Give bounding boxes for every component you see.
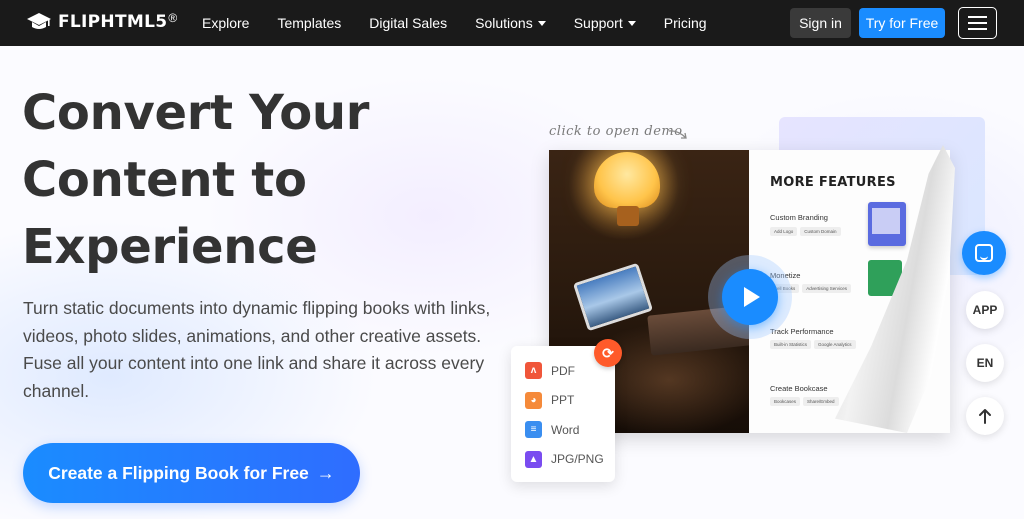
hamburger-line (968, 28, 987, 30)
nav-explore[interactable]: Explore (202, 15, 249, 31)
feature-chip: Bookcases (770, 397, 801, 406)
language-button[interactable]: EN (966, 344, 1004, 382)
hero-subtext: Turn static documents into dynamic flipp… (23, 298, 491, 401)
brand-logo[interactable]: FLIPHTML5 ® (26, 11, 178, 32)
image-icon: ▲ (525, 450, 542, 468)
hamburger-line (968, 22, 987, 24)
arrow-right-icon: → (316, 462, 335, 483)
app-download-button[interactable]: APP (966, 291, 1004, 329)
scroll-to-top-button[interactable] (966, 397, 1004, 435)
convert-icon: ⟳ (594, 339, 622, 367)
nav-explore-label: Explore (202, 15, 250, 31)
format-item-word: ≡ Word (511, 415, 615, 445)
sign-in-button[interactable]: Sign in (790, 8, 851, 38)
brand-name: FLIPHTML5 (58, 12, 168, 32)
feature-chip: Built-in Statistics (770, 340, 812, 349)
word-icon: ≡ (525, 421, 542, 439)
hero-headline: Convert Your Content to Experience (22, 80, 482, 281)
format-label: PPT (551, 393, 575, 408)
format-label: Word (551, 422, 580, 437)
branding-thumbnail (868, 202, 906, 246)
feature-chip: Add Logo (770, 227, 798, 236)
format-item-ppt: ◕ PPT (511, 386, 615, 416)
curved-arrow-icon (668, 130, 687, 139)
nav-pricing[interactable]: Pricing (664, 15, 707, 31)
try-for-free-button[interactable]: Try for Free (859, 8, 945, 38)
feature-name: Custom Branding (770, 213, 828, 222)
graduation-cap-icon (27, 13, 51, 29)
feature-name: Track Performance (770, 327, 834, 336)
thumbnail-inner (872, 208, 900, 234)
play-video-button[interactable] (722, 269, 778, 325)
nav-support-label: Support (573, 15, 623, 31)
headline-line: Content to (22, 152, 307, 208)
play-icon (744, 287, 760, 307)
feature-chip: Google Analytics (814, 340, 856, 349)
feature-chip: Advertising Services (802, 284, 852, 293)
nav-support[interactable]: Support (574, 15, 636, 31)
format-item-image: ▲ JPG/PNG (511, 445, 615, 475)
brand-registered-mark: ® (168, 11, 178, 25)
lamp-shade (594, 152, 660, 208)
hamburger-menu-button[interactable] (958, 7, 997, 39)
demo-hint: click to open demo (549, 124, 683, 139)
arrow-up-icon (979, 409, 991, 424)
feature-chip: Custom Domain (800, 227, 841, 236)
format-label: PDF (551, 363, 575, 378)
nav-pricing-label: Pricing (663, 15, 707, 31)
headline-line: Convert Your (22, 85, 370, 141)
lamp-base (617, 206, 639, 226)
nav-digital-sales[interactable]: Digital Sales (369, 15, 447, 31)
chevron-down-icon (627, 20, 636, 26)
ppt-icon: ◕ (525, 391, 542, 409)
nav-solutions[interactable]: Solutions (475, 15, 546, 31)
nav-templates[interactable]: Templates (277, 15, 341, 31)
nav-templates-label: Templates (277, 15, 342, 31)
feature-chip: Share/Embed (803, 397, 839, 406)
chat-support-button[interactable] (962, 231, 1006, 275)
nav-solutions-label: Solutions (475, 15, 533, 31)
feature-chips: Bookcases Share/Embed (770, 397, 842, 406)
features-title: MORE FEATURES (770, 175, 896, 190)
cta-label: Create a Flipping Book for Free (48, 462, 309, 483)
hamburger-line (968, 16, 987, 18)
supported-formats-card: ʌ PDF ◕ PPT ≡ Word ▲ JPG/PNG (511, 346, 615, 482)
nav-links: Explore Templates Digital Sales Solution… (202, 0, 735, 46)
chevron-down-icon (537, 20, 546, 26)
format-label: JPG/PNG (551, 452, 604, 467)
feature-chips: Built-in Statistics Google Analytics (770, 340, 859, 349)
pdf-icon: ʌ (525, 362, 542, 380)
chat-icon (975, 244, 993, 262)
top-navbar: FLIPHTML5 ® Explore Templates Digital Sa… (0, 0, 1024, 46)
nav-digital-sales-label: Digital Sales (369, 15, 448, 31)
feature-chips: Add Logo Custom Domain (770, 227, 844, 236)
feature-name: Create Bookcase (770, 384, 828, 393)
tablet-shape (572, 262, 654, 332)
tablet-screen (576, 266, 650, 328)
headline-line: Experience (22, 219, 318, 275)
create-flipping-book-button[interactable]: Create a Flipping Book for Free → (23, 443, 360, 503)
